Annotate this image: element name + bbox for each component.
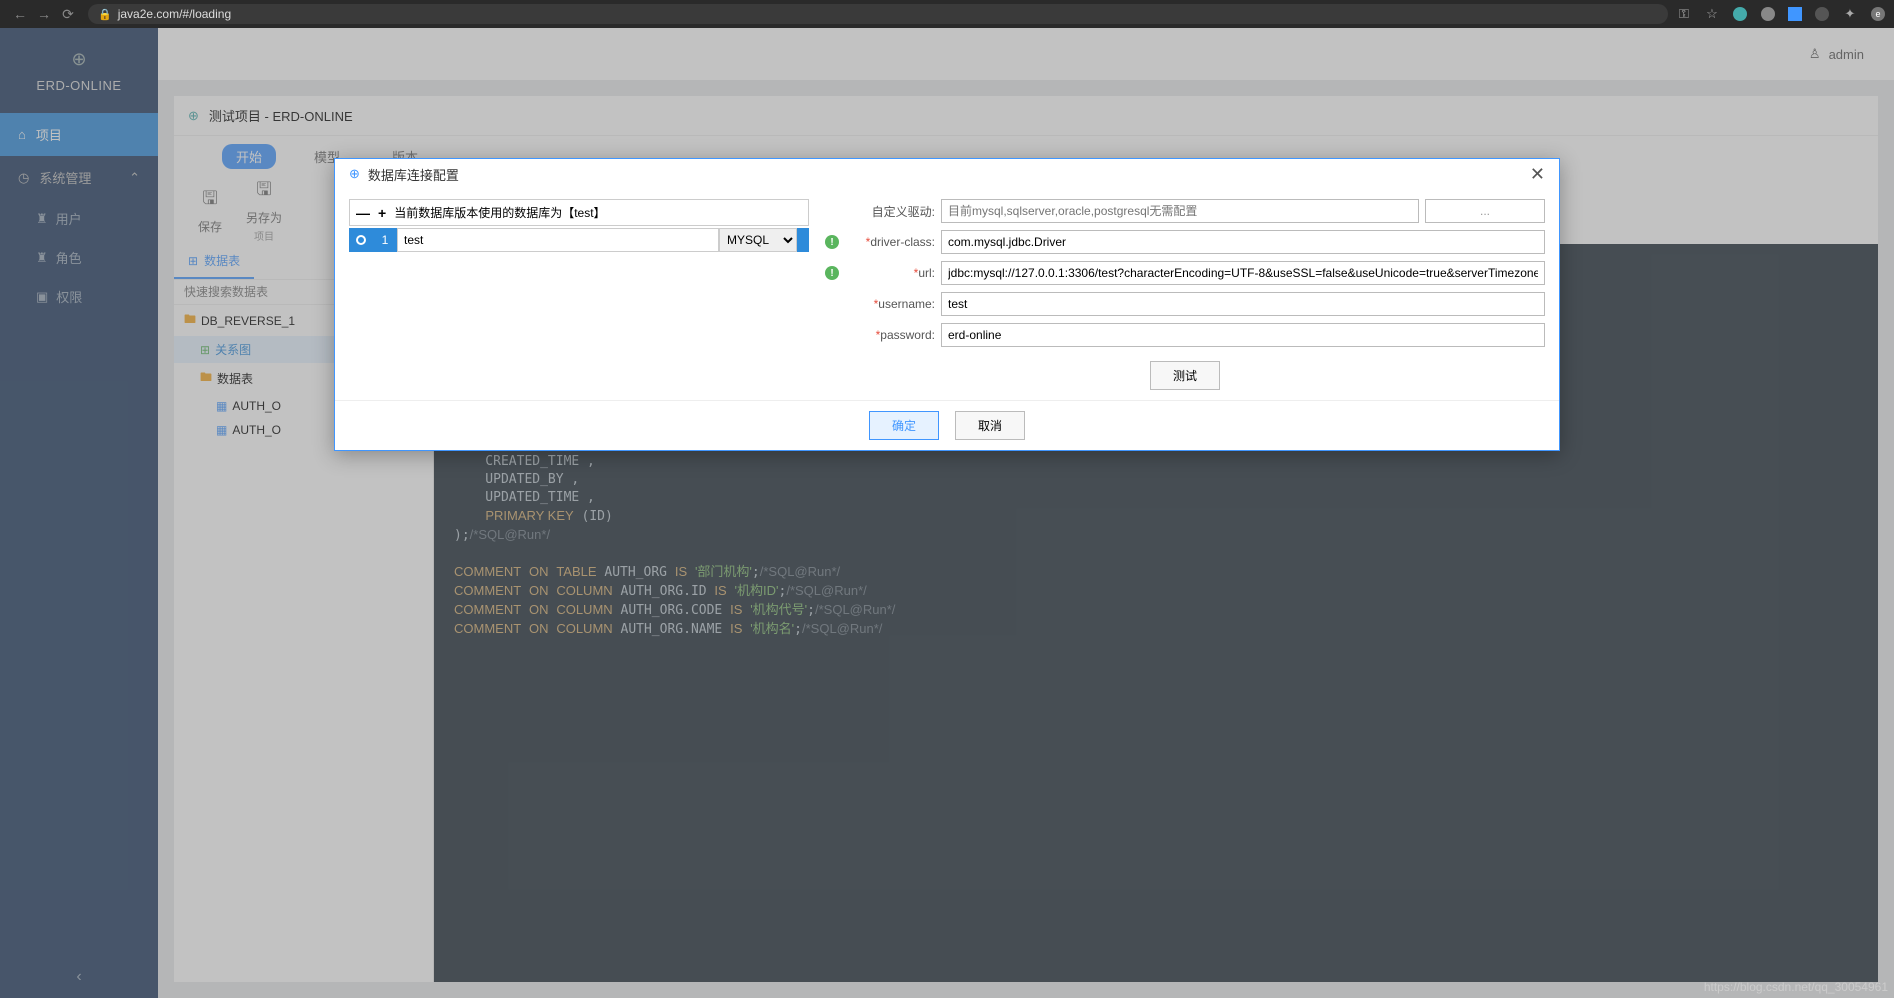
back-icon[interactable]: ← (8, 6, 32, 22)
app-icon: ⊕ (349, 166, 360, 182)
puzzle-icon[interactable]: ✦ (1842, 6, 1858, 22)
modal-footer: 确定 取消 (335, 400, 1559, 450)
close-icon[interactable]: ✕ (1530, 164, 1545, 185)
modal-header: ⊕ 数据库连接配置 ✕ (335, 159, 1559, 189)
info-icon: ! (825, 235, 839, 249)
url-bar[interactable]: 🔒 java2e.com/#/loading (88, 4, 1668, 24)
browser-toolbar: ← → ⟳ 🔒 java2e.com/#/loading ⚿ ☆ ✦ e (0, 0, 1894, 28)
connection-name: test (397, 228, 719, 252)
reload-icon[interactable]: ⟳ (56, 6, 80, 23)
driver-class-label: *driver-class: (845, 235, 935, 249)
ok-button[interactable]: 确定 (869, 411, 939, 440)
ext2-icon[interactable] (1760, 6, 1776, 22)
username-input[interactable] (941, 292, 1545, 316)
remove-connection-button[interactable]: — (356, 205, 370, 221)
lock-icon: 🔒 (98, 8, 112, 21)
info-icon: ! (825, 266, 839, 280)
custom-driver-input[interactable] (941, 199, 1419, 223)
test-connection-button[interactable]: 测试 (1150, 361, 1220, 390)
connection-row-end (797, 228, 809, 252)
connection-type-select[interactable]: MYSQL (719, 228, 797, 252)
custom-driver-label: 自定义驱动: (845, 203, 935, 220)
connection-list-panel: — + 当前数据库版本使用的数据库为【test】 1 test MYSQL (349, 199, 809, 390)
ext4-icon[interactable] (1814, 6, 1830, 22)
db-connection-modal: ⊕ 数据库连接配置 ✕ — + 当前数据库版本使用的数据库为【test】 1 t… (334, 158, 1560, 451)
url-label: *url: (845, 266, 935, 280)
connection-number: 1 (373, 228, 397, 252)
star-icon[interactable]: ☆ (1704, 6, 1720, 22)
url-text: java2e.com/#/loading (118, 7, 231, 21)
browse-button[interactable]: ... (1425, 199, 1545, 223)
cancel-button[interactable]: 取消 (955, 411, 1025, 440)
browser-extensions: ⚿ ☆ ✦ e (1676, 6, 1886, 22)
password-input[interactable] (941, 323, 1545, 347)
ext3-icon[interactable] (1788, 7, 1802, 21)
add-connection-button[interactable]: + (378, 205, 386, 221)
connection-row[interactable]: 1 test MYSQL (349, 228, 809, 252)
password-label: *password: (845, 328, 935, 342)
profile-icon[interactable]: e (1870, 6, 1886, 22)
url-input[interactable] (941, 261, 1545, 285)
connection-radio[interactable] (349, 228, 373, 252)
connection-header-text: 当前数据库版本使用的数据库为【test】 (394, 204, 605, 221)
modal-title: 数据库连接配置 (368, 165, 459, 184)
connection-list-header: — + 当前数据库版本使用的数据库为【test】 (349, 199, 809, 226)
username-label: *username: (845, 297, 935, 311)
ext1-icon[interactable] (1732, 6, 1748, 22)
forward-icon[interactable]: → (32, 6, 56, 22)
key-icon[interactable]: ⚿ (1676, 6, 1692, 22)
driver-class-input[interactable] (941, 230, 1545, 254)
connection-form: 自定义驱动: ... ! *driver-class: ! *url: (825, 199, 1545, 390)
modal-overlay: ⊕ 数据库连接配置 ✕ — + 当前数据库版本使用的数据库为【test】 1 t… (0, 28, 1894, 998)
watermark-text: https://blog.csdn.net/qq_30054961 (1704, 980, 1888, 994)
